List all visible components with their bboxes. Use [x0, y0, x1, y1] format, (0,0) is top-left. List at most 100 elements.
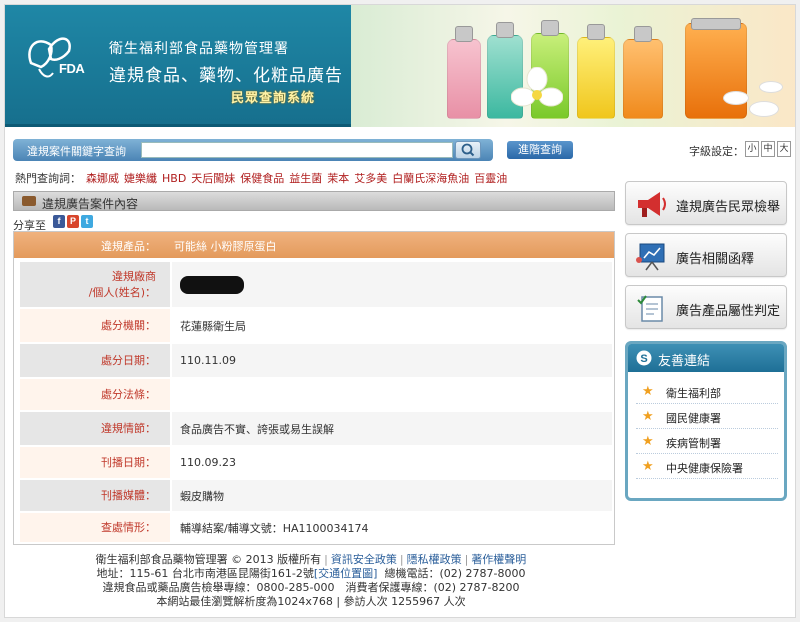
flower-image-icon — [511, 67, 563, 107]
checklist-icon — [637, 295, 663, 322]
svg-text:S: S — [640, 353, 647, 365]
friendly-link-label: 中央健康保險署 — [666, 462, 743, 475]
search-button[interactable] — [455, 141, 481, 159]
font-size-large-button[interactable]: 大 — [777, 141, 791, 157]
site-subtitle: 民眾查詢系統 — [231, 91, 316, 106]
agency-name: 衛生福利部食品藥物管理署 — [109, 41, 289, 57]
font-size-medium-button[interactable]: 中 — [761, 141, 775, 157]
friendly-links-header: S 友善連結 — [628, 344, 784, 372]
footer: 衛生福利部食品藥物管理署 © 2013 版權所有 | 資訊安全政策 | 隱私權政策 | 著作… — [5, 553, 617, 609]
advanced-search-button[interactable]: 進階查詢 — [507, 141, 573, 159]
row-label: 違規廠商/個人(姓名)： — [88, 269, 156, 299]
table-row: 處分機關： 花蓮縣衛生局 — [20, 309, 612, 343]
search-input[interactable] — [141, 142, 453, 158]
friendly-link-item[interactable]: ★ 中央健康保險署 — [636, 455, 778, 479]
table-row: 刊播日期： 110.09.23 — [20, 447, 612, 479]
friendly-link-label: 衛生福利部 — [666, 387, 721, 400]
row-label: 處分法條： — [101, 387, 156, 401]
row-value: 食品廣告不實、誇張或易生誤解 — [170, 412, 612, 445]
star-icon: ★ — [642, 459, 654, 474]
footer-hotline: 違規食品或藥品廣告檢舉專線：0800-285-000 消費者保護專線：(02) … — [102, 581, 520, 594]
row-label: 處分日期： — [101, 353, 156, 367]
fda-butterfly-logo-icon — [28, 37, 71, 78]
hot-keyword-link[interactable]: 益生菌 — [289, 172, 322, 185]
facebook-icon[interactable]: f — [53, 215, 65, 228]
hot-keyword-link[interactable]: 白蘭氏深海魚油 — [392, 172, 469, 185]
star-icon: ★ — [642, 434, 654, 449]
friendly-links-box: S 友善連結 ★ 衛生福利部 ★ 國民健康署 ★ 疾病管制署 ★ 中央健康保險署 — [625, 341, 787, 501]
section-header: 違規廣告案件內容 — [13, 191, 615, 211]
section-title: 違規廣告案件內容 — [42, 197, 139, 211]
case-detail-table: 違規產品： 可能絲 小粉膠原蛋白 違規廠商/個人(姓名)： 處分機關： 花蓮縣衛… — [13, 231, 615, 545]
product-attribute-button[interactable]: 廣告產品屬性判定 — [625, 285, 787, 329]
table-header-row: 違規產品： 可能絲 小粉膠原蛋白 — [14, 232, 614, 258]
friendly-links-title: 友善連結 — [658, 354, 711, 369]
row-label: 查處情形： — [101, 520, 156, 534]
star-icon: ★ — [642, 409, 654, 424]
star-icon: ★ — [642, 384, 654, 399]
row-value: 花蓮縣衛生局 — [170, 309, 612, 342]
friendly-link-item[interactable]: ★ 國民健康署 — [636, 405, 778, 429]
row-value — [170, 379, 612, 410]
sidebar-button-label: 違規廣告民眾檢舉 — [676, 200, 781, 215]
pill-image — [759, 81, 783, 93]
sidebar-button-label: 廣告產品屬性判定 — [676, 304, 781, 319]
report-violation-button[interactable]: 違規廣告民眾檢舉 — [625, 181, 787, 225]
row-label: 違規情節： — [101, 421, 156, 435]
hot-keyword-link[interactable]: 保健食品 — [240, 172, 284, 185]
table-row: 處分法條： — [20, 379, 612, 411]
hot-keyword-link[interactable]: 百靈油 — [474, 172, 507, 185]
privacy-policy-link[interactable]: 隱私權政策 — [407, 553, 462, 566]
footer-address-line: 地址：115-61 台北市南港區昆陽街161-2號[交通位置圖] 總機電話：(0… — [5, 567, 617, 581]
product-value: 可能絲 小粉膠原蛋白 — [174, 240, 277, 253]
table-row: 違規情節： 食品廣告不實、誇張或易生誤解 — [20, 412, 612, 446]
row-label: 處分機關： — [101, 318, 156, 332]
row-label: 刊播日期： — [101, 455, 156, 469]
phone-text: 總機電話：(02) 2787-8000 — [384, 567, 526, 580]
row-value: 蝦皮購物 — [170, 480, 612, 511]
bottle-orange-image — [623, 26, 663, 119]
megaphone-icon — [638, 192, 666, 217]
logo-text: FDA — [59, 61, 85, 76]
row-value: 110.11.09 — [170, 344, 612, 377]
bottle-pink-image — [447, 26, 481, 119]
folder-icon — [22, 196, 36, 206]
font-size-small-button[interactable]: 小 — [745, 141, 759, 157]
header-banner: FDA 衛生福利部食品藥物管理署 違規食品、藥物、化粧品廣告 民眾查詢系統 — [5, 5, 795, 127]
copyright-text: 衛生福利部食品藥物管理署 © 2013 版權所有 — [95, 553, 322, 566]
hot-keyword-link[interactable]: 婕樂纖 — [124, 172, 157, 185]
magnifier-icon — [461, 143, 475, 157]
link-chain-icon: S — [636, 350, 652, 366]
friendly-link-label: 國民健康署 — [666, 412, 721, 425]
bottle-yellow-image — [577, 24, 615, 119]
row-label: 刊播媒體： — [101, 488, 156, 502]
product-label: 違規產品： — [101, 240, 156, 253]
security-policy-link[interactable]: 資訊安全政策 — [331, 553, 397, 566]
table-row: 查處情形： 輔導結案/輔導文號：HA1100034174 — [20, 513, 612, 543]
row-value: 輔導結案/輔導文號：HA1100034174 — [170, 513, 612, 542]
header-photo — [351, 5, 795, 127]
friendly-link-item[interactable]: ★ 疾病管制署 — [636, 430, 778, 454]
pill-image — [723, 91, 749, 105]
hot-keyword-link[interactable]: 茉本 — [327, 172, 349, 185]
footer-note: 本網站最佳瀏覽解析度為1024x768 | 參訪人次 1255967 人次 — [156, 595, 466, 608]
twitter-icon[interactable]: t — [81, 215, 93, 228]
plurk-icon[interactable]: P — [67, 215, 79, 228]
hot-keyword-link[interactable]: 天后闖妹 — [191, 172, 235, 185]
table-row: 處分日期： 110.11.09 — [20, 344, 612, 378]
address-text: 地址：115-61 台北市南港區昆陽街161-2號 — [96, 567, 314, 580]
row-value: 110.09.23 — [170, 447, 612, 478]
friendly-link-item[interactable]: ★ 衛生福利部 — [636, 380, 778, 404]
ad-interpretations-button[interactable]: 廣告相關函釋 — [625, 233, 787, 277]
pill-image — [749, 101, 779, 117]
hot-keywords: 熱門查詢詞： 森娜威 婕樂纖 HBD 天后闖妹 保健食品 益生菌 茉本 艾多美 白蘭氏深海魚油 百靈… — [15, 170, 507, 186]
font-size-label: 字級設定： — [689, 145, 744, 158]
map-link[interactable]: [交通位置圖] — [314, 567, 378, 580]
search-label: 違規案件關鍵字查詢 — [27, 145, 126, 158]
header-title-panel: FDA 衛生福利部食品藥物管理署 違規食品、藥物、化粧品廣告 民眾查詢系統 — [5, 5, 351, 127]
hot-keyword-link[interactable]: 艾多美 — [354, 172, 387, 185]
hot-keyword-link[interactable]: HBD — [162, 172, 186, 185]
copyright-statement-link[interactable]: 著作權聲明 — [471, 553, 526, 566]
presentation-board-icon — [636, 243, 665, 271]
hot-keyword-link[interactable]: 森娜威 — [86, 172, 119, 185]
